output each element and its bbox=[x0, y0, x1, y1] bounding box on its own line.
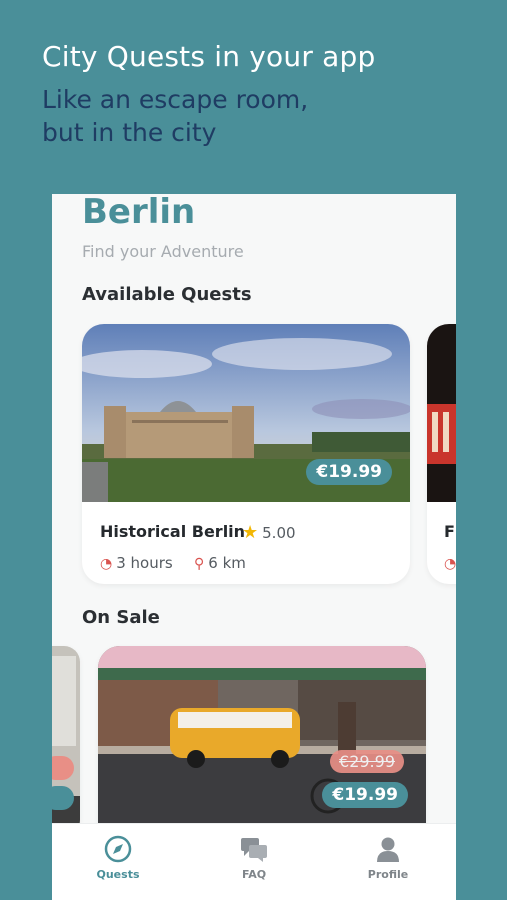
rating-value: 5.00 bbox=[262, 524, 296, 542]
duration-value: 3 hours bbox=[116, 554, 173, 572]
promo-subline-2: but in the city bbox=[42, 118, 217, 147]
promo-subline-1: Like an escape room, bbox=[42, 85, 309, 114]
nav-tab-profile[interactable]: Profile bbox=[338, 832, 438, 881]
quest-card-next[interactable]: F ◔ bbox=[427, 324, 456, 584]
available-quests-heading: Available Quests bbox=[82, 284, 252, 305]
promo-headline: City Quests in your app bbox=[42, 40, 376, 73]
nav-label-faq: FAQ bbox=[241, 868, 267, 881]
city-subtitle: Find your Adventure bbox=[82, 242, 244, 261]
clock-icon: ◔ bbox=[100, 556, 113, 572]
star-icon: ★ bbox=[242, 522, 259, 543]
nav-label-quests: Quests bbox=[96, 868, 140, 881]
chat-bubbles-icon bbox=[204, 832, 304, 866]
city-title: Berlin bbox=[82, 194, 196, 232]
price-badge: €19.99 bbox=[306, 459, 392, 485]
quest-name-peek: F bbox=[444, 522, 455, 541]
nav-tab-quests[interactable]: Quests bbox=[68, 832, 168, 881]
on-sale-heading: On Sale bbox=[82, 607, 160, 628]
nav-tab-faq[interactable]: FAQ bbox=[204, 832, 304, 881]
sale-price-badge: €19.99 bbox=[322, 782, 408, 808]
quest-card-historical-berlin[interactable]: €19.99 Historical Berlin ★ 5.00 ◔ 3 hours … bbox=[82, 324, 410, 584]
quest-distance: ⚲ 6 km bbox=[194, 554, 246, 572]
compass-icon bbox=[68, 832, 168, 866]
nav-label-profile: Profile bbox=[367, 868, 409, 881]
old-price-badge: €29.99 bbox=[330, 750, 404, 773]
bottom-navigation: Quests FAQ Profile bbox=[52, 823, 456, 900]
quest-name: Historical Berlin bbox=[100, 522, 246, 541]
user-icon bbox=[338, 832, 438, 866]
quest-duration: ◔ 3 hours bbox=[100, 554, 173, 572]
clock-icon: ◔ bbox=[444, 556, 456, 572]
distance-value: 6 km bbox=[208, 554, 246, 572]
sale-card-previous[interactable] bbox=[52, 646, 80, 836]
quest-image-next bbox=[427, 324, 456, 502]
app-screen: Berlin Find your Adventure Available Que… bbox=[52, 194, 456, 900]
location-pin-icon: ⚲ bbox=[194, 556, 205, 572]
quest-rating: ★ 5.00 bbox=[242, 522, 296, 543]
